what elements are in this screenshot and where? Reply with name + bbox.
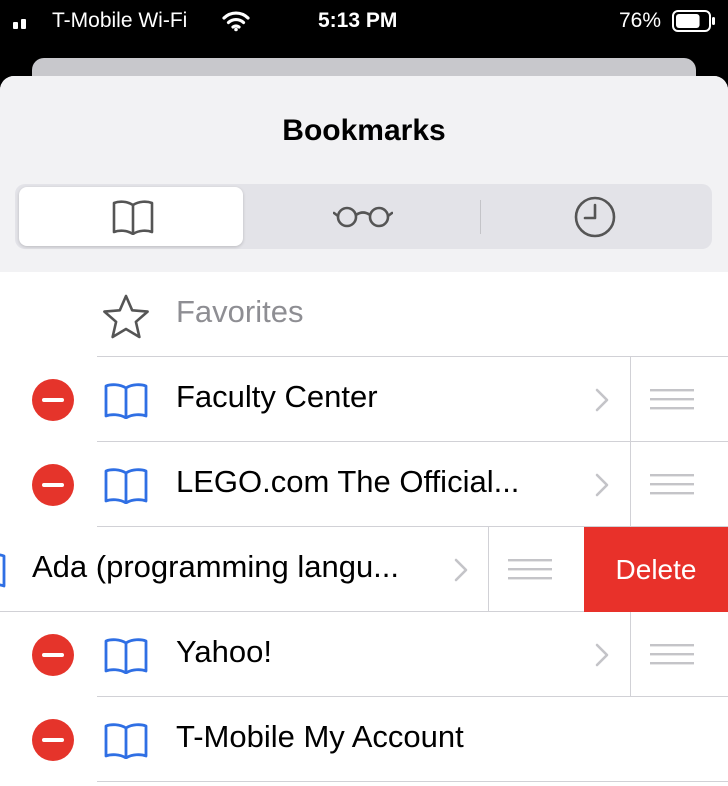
carrier-label: T-Mobile Wi-Fi: [52, 9, 188, 32]
tab-history[interactable]: [481, 184, 712, 249]
favorites-row[interactable]: Favorites: [0, 272, 728, 357]
bookmark-book-icon: [104, 723, 148, 759]
bookmark-book-icon: [0, 553, 6, 588]
reorder-handle-icon[interactable]: [650, 643, 694, 665]
book-icon: [112, 200, 154, 235]
reading-list-glasses-icon: [333, 206, 393, 228]
bookmark-row-swiped[interactable]: Ada (programming langu... Delete: [0, 527, 728, 612]
bookmark-row[interactable]: LEGO.com The Official...: [0, 442, 728, 527]
bookmark-title: T-Mobile My Account: [176, 719, 464, 754]
delete-circle-button[interactable]: [32, 634, 74, 676]
chevron-right-icon[interactable]: [453, 557, 469, 583]
bookmark-title: Ada (programming langu...: [32, 549, 400, 584]
reorder-handle-icon[interactable]: [508, 558, 552, 580]
reorder-handle-icon[interactable]: [650, 388, 694, 410]
bookmark-book-icon: [104, 383, 148, 419]
cellular-signal-icon: [13, 19, 26, 29]
bookmark-row[interactable]: Yahoo!: [0, 612, 728, 697]
reorder-divider: [488, 527, 489, 612]
bookmark-row[interactable]: Faculty Center: [0, 357, 728, 442]
bookmark-title: Yahoo!: [176, 634, 272, 669]
favorites-label: Favorites: [176, 294, 304, 329]
reorder-divider: [630, 612, 631, 697]
bookmarks-sheet: Bookmarks Favorites Faculty Center LEGO.…: [0, 76, 728, 786]
reorder-divider: [630, 442, 631, 527]
page-title: Bookmarks: [282, 114, 446, 147]
tab-reading-list[interactable]: [247, 184, 479, 249]
segmented-control: [15, 184, 712, 249]
star-icon: [103, 294, 149, 339]
delete-circle-button[interactable]: [32, 719, 74, 761]
chevron-right-icon[interactable]: [594, 387, 610, 413]
row-separator: [97, 781, 728, 782]
bookmark-title: LEGO.com The Official...: [176, 464, 520, 499]
bookmark-book-icon: [104, 638, 148, 674]
delete-circle-button[interactable]: [32, 379, 74, 421]
bookmark-row[interactable]: T-Mobile My Account: [0, 697, 728, 782]
chevron-right-icon[interactable]: [594, 472, 610, 498]
chevron-right-icon[interactable]: [594, 642, 610, 668]
delete-circle-button[interactable]: [32, 464, 74, 506]
battery-icon: [672, 10, 715, 32]
sheet-header: Bookmarks: [0, 76, 728, 273]
history-clock-icon: [574, 196, 616, 238]
bookmark-book-icon: [104, 468, 148, 504]
tab-bookmarks[interactable]: [19, 187, 243, 246]
reorder-handle-icon[interactable]: [650, 473, 694, 495]
clock-time: 5:13 PM: [318, 9, 398, 32]
wifi-icon: [222, 11, 250, 32]
battery-percent: 76%: [619, 9, 662, 32]
status-bar: T-Mobile Wi-Fi 5:13 PM 76%: [0, 0, 728, 44]
bookmark-title: Faculty Center: [176, 379, 378, 414]
delete-button[interactable]: Delete: [584, 527, 728, 612]
reorder-divider: [630, 357, 631, 442]
